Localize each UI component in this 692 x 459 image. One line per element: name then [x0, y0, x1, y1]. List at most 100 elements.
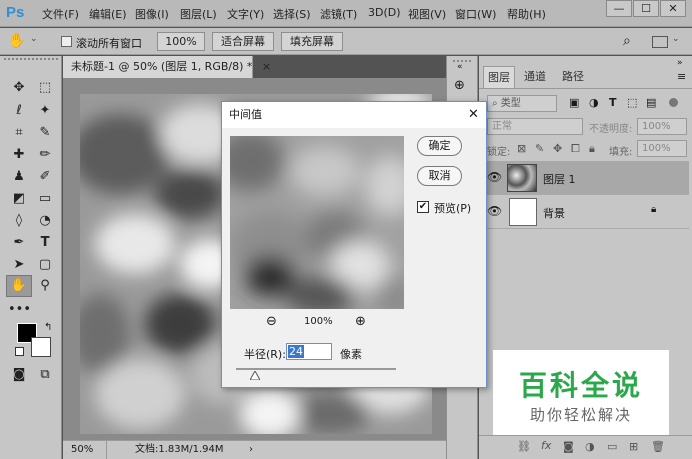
eye-icon[interactable]: 👁︎ — [487, 204, 502, 218]
add-mask-icon[interactable]: ◙ — [563, 440, 574, 453]
menu-filter[interactable]: 滤镜(T) — [320, 6, 357, 22]
cancel-button[interactable]: 取消 — [417, 166, 462, 186]
healing-brush-icon[interactable]: ✚ — [8, 145, 30, 165]
opacity-input[interactable]: 100% — [637, 118, 687, 135]
zoom-tool-icon[interactable]: ⚲ — [34, 276, 56, 296]
search-icon[interactable]: ⌕ — [623, 33, 631, 49]
dodge-tool-icon[interactable]: ◔ — [34, 211, 56, 231]
hand-tool-icon[interactable]: ✋ — [6, 275, 32, 297]
close-document-icon[interactable]: × — [262, 60, 271, 73]
tab-channels[interactable]: 通道 — [519, 66, 551, 88]
lock-pixels-icon[interactable]: ✎ — [535, 142, 544, 155]
menu-help[interactable]: 帮助(H) — [507, 6, 546, 22]
minimize-button[interactable]: — — [606, 0, 632, 17]
menu-window[interactable]: 窗口(W) — [455, 6, 496, 22]
history-panel-icon[interactable]: ⊕ — [454, 78, 465, 93]
background-color-swatch[interactable] — [31, 337, 51, 357]
panel-menu-icon[interactable]: ≡ — [677, 70, 686, 83]
zoom-in-icon[interactable]: ⊕ — [355, 314, 366, 329]
eye-icon[interactable]: 👁︎ — [487, 170, 502, 184]
lock-all-icon[interactable]: 🔒︎ — [589, 142, 595, 156]
brush-tool-icon[interactable]: ✏ — [34, 145, 56, 165]
path-selection-icon[interactable]: ➤ — [8, 255, 30, 275]
lock-transparent-icon[interactable]: ⊠ — [517, 142, 526, 155]
workspace-chevron-icon[interactable]: ⌄ — [672, 34, 680, 44]
menu-image[interactable]: 图像(I) — [135, 6, 169, 22]
layer-name[interactable]: 图层 1 — [543, 171, 576, 187]
collapse-arrows-icon[interactable]: » — [677, 58, 683, 68]
more-tools-icon[interactable]: ••• — [8, 300, 31, 320]
delete-layer-icon[interactable]: 🗑︎ — [651, 440, 665, 453]
layer-kind-filter[interactable]: ⌕ 类型 — [487, 95, 557, 112]
tab-paths[interactable]: 路径 — [557, 66, 589, 88]
scroll-all-checkbox[interactable] — [61, 36, 72, 47]
ok-button[interactable]: 确定 — [417, 136, 462, 156]
quick-mask-icon[interactable]: ◙ — [8, 365, 30, 385]
new-group-icon[interactable]: ▭ — [607, 440, 617, 453]
eraser-tool-icon[interactable]: ◩ — [8, 189, 30, 209]
fx-icon[interactable]: fx — [541, 439, 551, 452]
menu-edit[interactable]: 编辑(E) — [89, 6, 127, 22]
crop-tool-icon[interactable]: ⌗ — [8, 123, 30, 143]
close-icon[interactable]: ✕ — [468, 102, 479, 128]
rectangle-tool-icon[interactable]: ▢ — [34, 255, 56, 275]
filter-shape-icon[interactable]: ⬚ — [627, 96, 637, 109]
radius-value: 24 — [288, 345, 304, 358]
eyedropper-icon[interactable]: ✎ — [34, 123, 56, 143]
blend-mode-select[interactable]: 正常 — [487, 118, 583, 135]
gradient-tool-icon[interactable]: ▭ — [34, 189, 56, 209]
zoom-out-icon[interactable]: ⊖ — [266, 314, 277, 329]
status-arrow-icon[interactable]: › — [249, 441, 253, 459]
zoom-100-button[interactable]: 100% — [157, 32, 205, 51]
tab-layers[interactable]: 图层 — [483, 66, 515, 88]
pen-tool-icon[interactable]: ✒ — [8, 233, 30, 253]
swap-colors-icon[interactable]: ↰ — [44, 322, 52, 333]
menu-view[interactable]: 视图(V) — [408, 6, 446, 22]
close-window-button[interactable]: ✕ — [660, 0, 686, 17]
dialog-title: 中间值 — [229, 108, 262, 121]
workspace-icon[interactable] — [652, 36, 668, 48]
layer-row-background[interactable]: 👁︎ 背景 🔒︎ — [479, 195, 689, 229]
menu-layer[interactable]: 图层(L) — [180, 6, 217, 22]
collapse-arrows-icon[interactable]: « — [457, 62, 463, 72]
magic-wand-icon[interactable]: ✦ — [34, 101, 56, 121]
menu-3d[interactable]: 3D(D) — [368, 6, 401, 19]
radius-slider-thumb[interactable] — [249, 369, 262, 381]
fit-screen-button[interactable]: 适合屏幕 — [212, 32, 274, 51]
lock-artboard-icon[interactable]: ⧠ — [571, 142, 580, 156]
menu-select[interactable]: 选择(S) — [273, 6, 311, 22]
restore-button[interactable]: ☐ — [633, 0, 659, 17]
filter-type-icon[interactable]: T — [609, 96, 617, 109]
chevron-down-icon[interactable]: ⌄ — [30, 34, 38, 44]
hand-tool-preset-icon[interactable]: ✋ — [8, 33, 25, 49]
default-colors-icon[interactable] — [15, 347, 24, 356]
fill-screen-button[interactable]: 填充屏幕 — [281, 32, 343, 51]
filter-preview[interactable] — [230, 136, 404, 309]
filter-smart-icon[interactable]: ▤ — [646, 96, 656, 109]
document-tab[interactable]: 未标题-1 @ 50% (图层 1, RGB/8) * × — [63, 56, 271, 78]
new-layer-icon[interactable]: ⊞ — [629, 440, 638, 453]
lasso-tool-icon[interactable]: ℓ — [8, 101, 30, 121]
filter-toggle-icon[interactable] — [669, 98, 678, 107]
preview-checkbox[interactable]: ✔ — [417, 201, 429, 213]
document-tab-title: 未标题-1 @ 50% (图层 1, RGB/8) * — [71, 60, 253, 73]
fill-input[interactable]: 100% — [637, 140, 687, 157]
filter-adjustment-icon[interactable]: ◑ — [589, 96, 599, 109]
adjustment-layer-icon[interactable]: ◑ — [585, 440, 595, 453]
clone-stamp-icon[interactable]: ♟ — [8, 167, 30, 187]
move-tool-icon[interactable]: ✥ — [8, 78, 30, 98]
marquee-tool-icon[interactable]: ⬚ — [34, 78, 56, 98]
screen-mode-icon[interactable]: ⧉ — [34, 365, 56, 385]
layer-row-layer1[interactable]: 👁︎ 图层 1 — [479, 161, 689, 195]
zoom-level[interactable]: 50% — [71, 441, 107, 459]
blur-tool-icon[interactable]: ◊ — [8, 211, 30, 231]
layer-name[interactable]: 背景 — [543, 205, 565, 221]
link-layers-icon[interactable]: ⛓︎ — [517, 440, 531, 453]
radius-input[interactable]: 24 — [286, 343, 332, 360]
history-brush-icon[interactable]: ✐ — [34, 167, 56, 187]
lock-position-icon[interactable]: ✥ — [553, 142, 562, 155]
menu-type[interactable]: 文字(Y) — [227, 6, 264, 22]
filter-pixel-icon[interactable]: ▣ — [569, 96, 579, 109]
type-tool-icon[interactable]: T — [34, 233, 56, 253]
menu-file[interactable]: 文件(F) — [42, 6, 79, 22]
